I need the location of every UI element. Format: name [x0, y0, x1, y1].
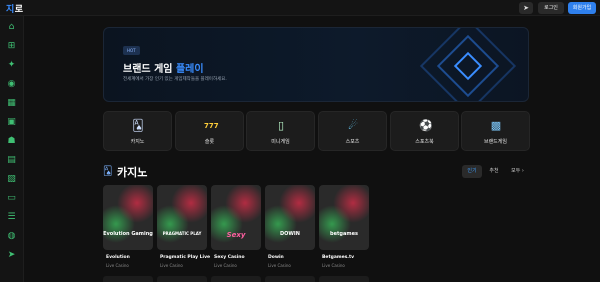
game-card-subtitle: Live Casino — [106, 263, 129, 268]
game-card-betgames[interactable]: betgames Betgames.tv Live Casino — [319, 185, 369, 270]
provider-logo: PRAGMATIC PLAY — [162, 231, 202, 236]
banner-subtitle: 전세계에서 가장 인기 있는 게임제작들을 플레이하세요. — [123, 77, 227, 82]
next-row-card[interactable] — [265, 276, 315, 282]
provider-logo: Evolution Gaming — [103, 231, 153, 237]
card-icon[interactable]: ▭ — [6, 193, 17, 204]
top-bar: 지로 ➤ 로그인 회원가입 — [0, 0, 600, 16]
game-card-subtitle: Live Casino — [214, 263, 237, 268]
category-brandgame[interactable]: ▩ 브랜드게임 — [461, 111, 530, 151]
soccer-ball-icon: ⚽ — [419, 119, 433, 132]
category-slot[interactable]: 777 슬롯 — [175, 111, 244, 151]
network-icon[interactable]: ⊞ — [6, 41, 17, 52]
slot-777-icon: 777 — [204, 122, 219, 130]
game-card-subtitle: Live Casino — [322, 263, 345, 268]
next-row-card[interactable] — [211, 276, 261, 282]
user-icon[interactable]: ☗ — [6, 136, 17, 147]
game-card-image: Evolution Gaming — [103, 185, 153, 250]
category-label: 스포츠 — [345, 139, 360, 145]
banner-title-highlight: 플레이 — [175, 64, 204, 75]
provider-logo: Sexy — [226, 231, 246, 239]
category-minigame[interactable]: ▯ 미니게임 — [246, 111, 315, 151]
site-logo[interactable]: 지로 — [6, 2, 24, 15]
game-card-title: Evolution — [106, 255, 130, 260]
game-card-subtitle: Live Casino — [160, 263, 183, 268]
game-card-evolution[interactable]: Evolution Gaming Evolution Live Casino — [103, 185, 153, 270]
game-card-image: Sexy — [211, 185, 261, 250]
slot-icon[interactable]: ▦ — [6, 98, 17, 109]
provider-logo: betgames — [330, 231, 358, 237]
game-card-title: Pragmatic Play Live — [160, 255, 211, 260]
next-row-card[interactable] — [103, 276, 153, 282]
category-label: 카지노 — [130, 139, 145, 145]
filter-popular[interactable]: 인기 — [462, 165, 482, 178]
card-glow — [225, 185, 261, 223]
casino-section-icon: 🂡 — [103, 167, 113, 177]
category-sportsbook[interactable]: ⚽ 스포츠북 — [390, 111, 459, 151]
next-row-card[interactable] — [319, 276, 369, 282]
category-casino[interactable]: 🂡 카지노 — [103, 111, 172, 151]
rocket-icon[interactable]: ✦ — [6, 60, 17, 71]
grid-blocks-icon: ▩ — [490, 119, 502, 132]
controller-icon[interactable]: ▣ — [6, 117, 17, 128]
provider-logo: DOWIN — [280, 231, 300, 237]
game-card-image: betgames — [319, 185, 369, 250]
casino-filter-tabs: 인기 추천 모두 › — [462, 165, 529, 178]
category-label: 스포츠북 — [415, 139, 434, 145]
next-row-card[interactable] — [157, 276, 207, 282]
card-glow — [117, 185, 153, 223]
login-button[interactable]: 로그인 — [538, 2, 564, 14]
game-card-dowin[interactable]: DOWIN Dowin Live Casino — [265, 185, 315, 270]
casino-chip-icon[interactable]: ◉ — [6, 79, 17, 90]
banner-tag: HOT — [123, 46, 140, 55]
hero-banner[interactable]: HOT 브랜드 게임 플레이 전세계에서 가장 인기 있는 게임제작들을 플레이… — [103, 27, 529, 102]
banner-title: 브랜드 게임 플레이 — [123, 60, 204, 75]
casino-section-title: 카지노 — [117, 166, 148, 179]
game-card-image: PRAGMATIC PLAY — [157, 185, 207, 250]
game-card-title: Dowin — [268, 255, 284, 260]
game-card-sexy[interactable]: Sexy Sexy Casino Live Casino — [211, 185, 261, 270]
card-glow — [171, 185, 207, 223]
join-button[interactable]: 회원가입 — [568, 2, 596, 14]
gameboy-icon: ▯ — [277, 119, 285, 132]
logo-part2: 로 — [14, 5, 24, 15]
category-label: 브랜드게임 — [483, 139, 507, 145]
cards-icon: 🂡 — [132, 119, 144, 132]
sidebar: ⌂ ⊞ ✦ ◉ ▦ ▣ ☗ ▤ ▧ ▭ ☰ ◍ ➤ — [0, 16, 24, 282]
filter-all[interactable]: 모두 › — [506, 165, 529, 178]
ticket-icon[interactable]: ▧ — [6, 174, 17, 185]
calendar-icon[interactable]: ▤ — [6, 155, 17, 166]
telegram-send-icon[interactable]: ➤ — [519, 2, 533, 14]
game-card-pragmatic[interactable]: PRAGMATIC PLAY Pragmatic Play Live Live … — [157, 185, 211, 270]
category-label: 미니게임 — [271, 139, 290, 145]
card-glow — [333, 185, 369, 223]
logo-part1: 지 — [6, 5, 15, 15]
filter-recommended[interactable]: 추천 — [484, 165, 504, 178]
home-icon[interactable]: ⌂ — [6, 22, 17, 33]
category-label: 슬롯 — [204, 139, 215, 145]
game-card-title: Betgames.tv — [322, 255, 355, 260]
globe-icon[interactable]: ◍ — [6, 231, 17, 242]
category-sports[interactable]: ☄ 스포츠 — [318, 111, 387, 151]
game-card-title: Sexy Casino — [214, 255, 245, 260]
banner-title-part1: 브랜드 게임 — [123, 64, 176, 75]
card-glow — [279, 185, 315, 223]
comet-icon: ☄ — [348, 119, 358, 132]
banner-pagination — [124, 94, 184, 97]
game-card-subtitle: Live Casino — [268, 263, 291, 268]
send-icon[interactable]: ➤ — [6, 250, 17, 261]
game-card-image: DOWIN — [265, 185, 315, 250]
list-icon[interactable]: ☰ — [6, 212, 17, 223]
